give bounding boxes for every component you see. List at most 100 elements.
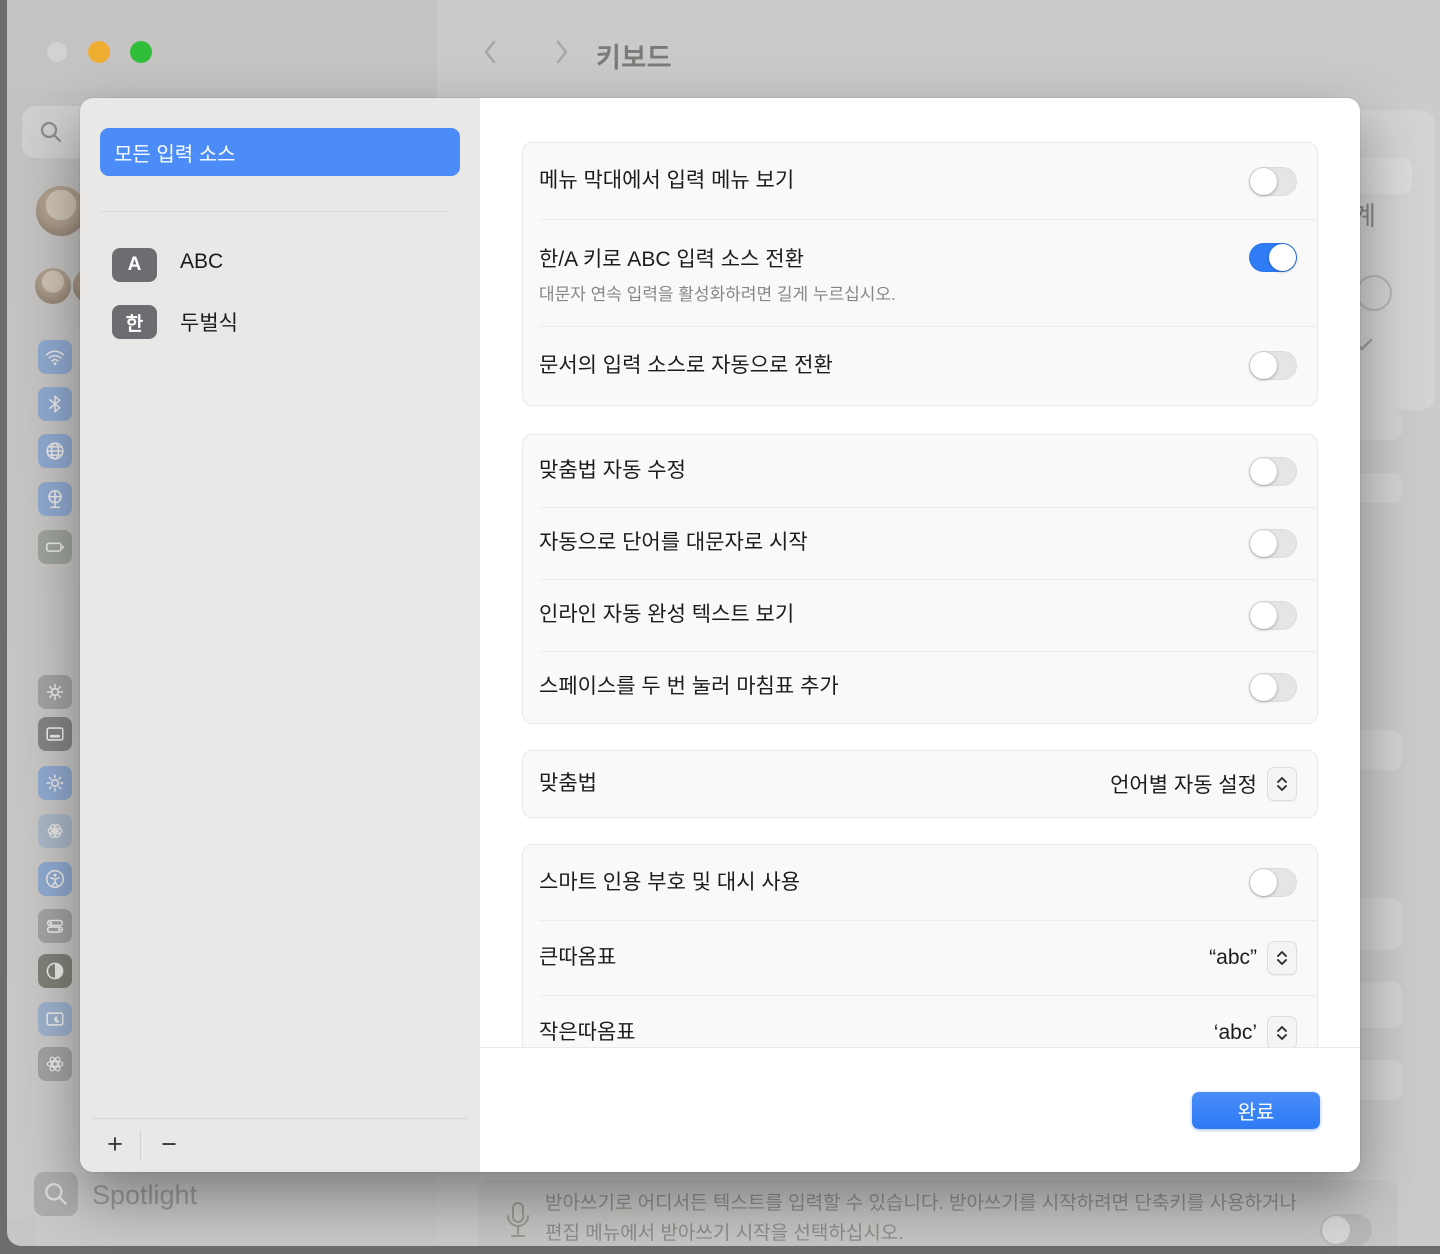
row-label: 메뉴 막대에서 입력 메뉴 보기 (539, 166, 1249, 196)
sidebar-item-wallpaper[interactable] (38, 814, 72, 848)
search-icon (38, 119, 64, 145)
autocorrect-group: 맞춤법 자동 수정 자동으로 단어를 대문자로 시작 인라인 자동 완성 텍스트… (522, 434, 1318, 724)
window-corner (7, 1218, 35, 1246)
chevron-up-icon (1276, 1025, 1288, 1032)
battery-icon (44, 536, 66, 558)
settings-row: 메뉴 막대에서 입력 메뉴 보기 (523, 143, 1317, 219)
sidebar-item-screensaver[interactable] (38, 1002, 72, 1036)
row-label: 문서의 입력 소스로 자동으로 전환 (539, 351, 1249, 381)
sheet-footer: 완료 (480, 1047, 1360, 1172)
row-label: 한/A 키로 ABC 입력 소스 전환 (539, 245, 1249, 275)
background-circle (1356, 275, 1392, 311)
window-titlebar-sidebar-tint (7, 0, 437, 90)
sidebar-item-all-input-sources[interactable]: 모든 입력 소스 (100, 128, 460, 176)
user-avatar[interactable] (36, 186, 86, 236)
selected-item-label: 모든 입력 소스 (114, 138, 236, 167)
settings-scroll-area[interactable]: 메뉴 막대에서 입력 메뉴 보기 한/A 키로 ABC 입력 소스 전환 대문자… (480, 98, 1360, 1048)
globe-stand-icon (44, 488, 66, 510)
row-label: 작은따옴표 (539, 1018, 1214, 1048)
toggle-switch[interactable] (1249, 868, 1297, 897)
settings-row: 스페이스를 두 번 눌러 마침표 추가 (523, 651, 1317, 723)
single-quote-stepper[interactable] (1267, 1016, 1297, 1049)
sidebar-item-control-center[interactable] (38, 909, 72, 943)
page-title: 키보드 (596, 36, 672, 75)
toggle-switch[interactable] (1249, 167, 1297, 196)
toggles-icon (44, 915, 66, 937)
row-label: 인라인 자동 완성 텍스트 보기 (539, 600, 1249, 630)
toggle-switch[interactable] (1249, 529, 1297, 558)
spelling-value: 언어별 자동 설정 (1110, 769, 1257, 799)
sidebar-item-desktop-dock[interactable] (38, 717, 72, 751)
smart-quotes-group: 스마트 인용 부호 및 대시 사용 큰따옴표 “abc” 작은따옴표 ‘abc’ (522, 844, 1318, 1048)
back-chevron-icon[interactable] (478, 37, 502, 67)
spelling-stepper[interactable] (1267, 767, 1297, 801)
double-quote-value: “abc” (1209, 946, 1257, 970)
toggle-switch[interactable] (1249, 351, 1297, 380)
divider (92, 1118, 468, 1119)
chevron-down-icon (1276, 1034, 1288, 1041)
done-button[interactable]: 완료 (1192, 1092, 1320, 1129)
chevron-up-icon (1276, 776, 1288, 783)
sidebar-item-general[interactable] (38, 675, 72, 709)
row-text-block: 한/A 키로 ABC 입력 소스 전환 대문자 연속 입력을 활성화하려면 길게… (539, 219, 1249, 305)
sidebar-item-displays[interactable] (38, 766, 72, 800)
sidebar-item-bluetooth[interactable] (38, 387, 72, 421)
row-label: 맞춤법 (539, 769, 1110, 799)
globe-icon (44, 440, 66, 462)
sidebar-item-appearance[interactable] (38, 954, 72, 988)
add-input-source-button[interactable]: + (96, 1124, 134, 1164)
orbits-icon (44, 1053, 66, 1075)
remove-input-source-button[interactable]: − (150, 1124, 188, 1164)
settings-row: 작은따옴표 ‘abc’ (523, 995, 1317, 1048)
sidebar-item-spotlight[interactable] (34, 1172, 78, 1216)
family-avatar[interactable] (35, 268, 71, 304)
menubar-window-icon (44, 723, 66, 745)
sidebar-item-siri[interactable] (38, 1047, 72, 1081)
toggle-switch[interactable] (1249, 457, 1297, 486)
toggle-switch[interactable] (1249, 243, 1297, 272)
wifi-icon (44, 346, 66, 368)
flower-icon (44, 820, 66, 842)
single-quote-value: ‘abc’ (1214, 1021, 1257, 1045)
spelling-group: 맞춤법 언어별 자동 설정 (522, 750, 1318, 818)
close-button[interactable] (46, 41, 68, 63)
chevron-up-icon (1276, 950, 1288, 957)
row-subtitle: 대문자 연속 입력을 활성화하려면 길게 누르십시오. (539, 280, 1249, 305)
bluetooth-icon (44, 393, 66, 415)
chevron-down-icon (1276, 785, 1288, 792)
minimize-button[interactable] (88, 41, 110, 63)
row-label: 스페이스를 두 번 눌러 마침표 추가 (539, 672, 1249, 702)
input-source-badge-hangul: 한 (112, 305, 157, 339)
toggle-switch[interactable] (1249, 601, 1297, 630)
dictation-toggle[interactable] (1320, 1214, 1372, 1246)
settings-row: 맞춤법 언어별 자동 설정 (523, 751, 1317, 817)
screen-moon-icon (44, 1008, 66, 1030)
row-label: 맞춤법 자동 수정 (539, 456, 1249, 486)
gear-icon (44, 681, 66, 703)
input-menu-group: 메뉴 막대에서 입력 메뉴 보기 한/A 키로 ABC 입력 소스 전환 대문자… (522, 142, 1318, 406)
dictation-description-line2: 편집 메뉴에서 받아쓰기 시작을 선택하십시오. (545, 1219, 904, 1249)
spotlight-icon (42, 1180, 70, 1208)
settings-row: 맞춤법 자동 수정 (523, 435, 1317, 507)
desktop-edge (0, 1246, 1440, 1254)
microphone-icon (503, 1200, 533, 1249)
settings-row: 인라인 자동 완성 텍스트 보기 (523, 579, 1317, 651)
double-quote-stepper[interactable] (1267, 941, 1297, 975)
input-source-badge-abc: A (112, 248, 157, 282)
sidebar-item-dubeolsik[interactable]: 두벌식 (180, 307, 238, 337)
settings-row: 스마트 인용 부호 및 대시 사용 (523, 845, 1317, 920)
sidebar-item-network[interactable] (38, 434, 72, 468)
zoom-button[interactable] (130, 41, 152, 63)
forward-chevron-icon[interactable] (550, 37, 574, 67)
toggle-switch[interactable] (1249, 673, 1297, 702)
sidebar-item-accessibility[interactable] (38, 862, 72, 896)
row-label: 자동으로 단어를 대문자로 시작 (539, 528, 1249, 558)
accessibility-icon (44, 868, 66, 890)
sheet-sidebar: 모든 입력 소스 A ABC 한 두벌식 + − (80, 98, 480, 1172)
sidebar-item-battery[interactable] (38, 530, 72, 564)
sidebar-item-abc[interactable]: ABC (180, 250, 223, 274)
sidebar-item-vpn[interactable] (38, 482, 72, 516)
sidebar-item-wifi[interactable] (38, 340, 72, 374)
sheet-content: 메뉴 막대에서 입력 메뉴 보기 한/A 키로 ABC 입력 소스 전환 대문자… (480, 98, 1360, 1172)
divider (100, 211, 447, 212)
